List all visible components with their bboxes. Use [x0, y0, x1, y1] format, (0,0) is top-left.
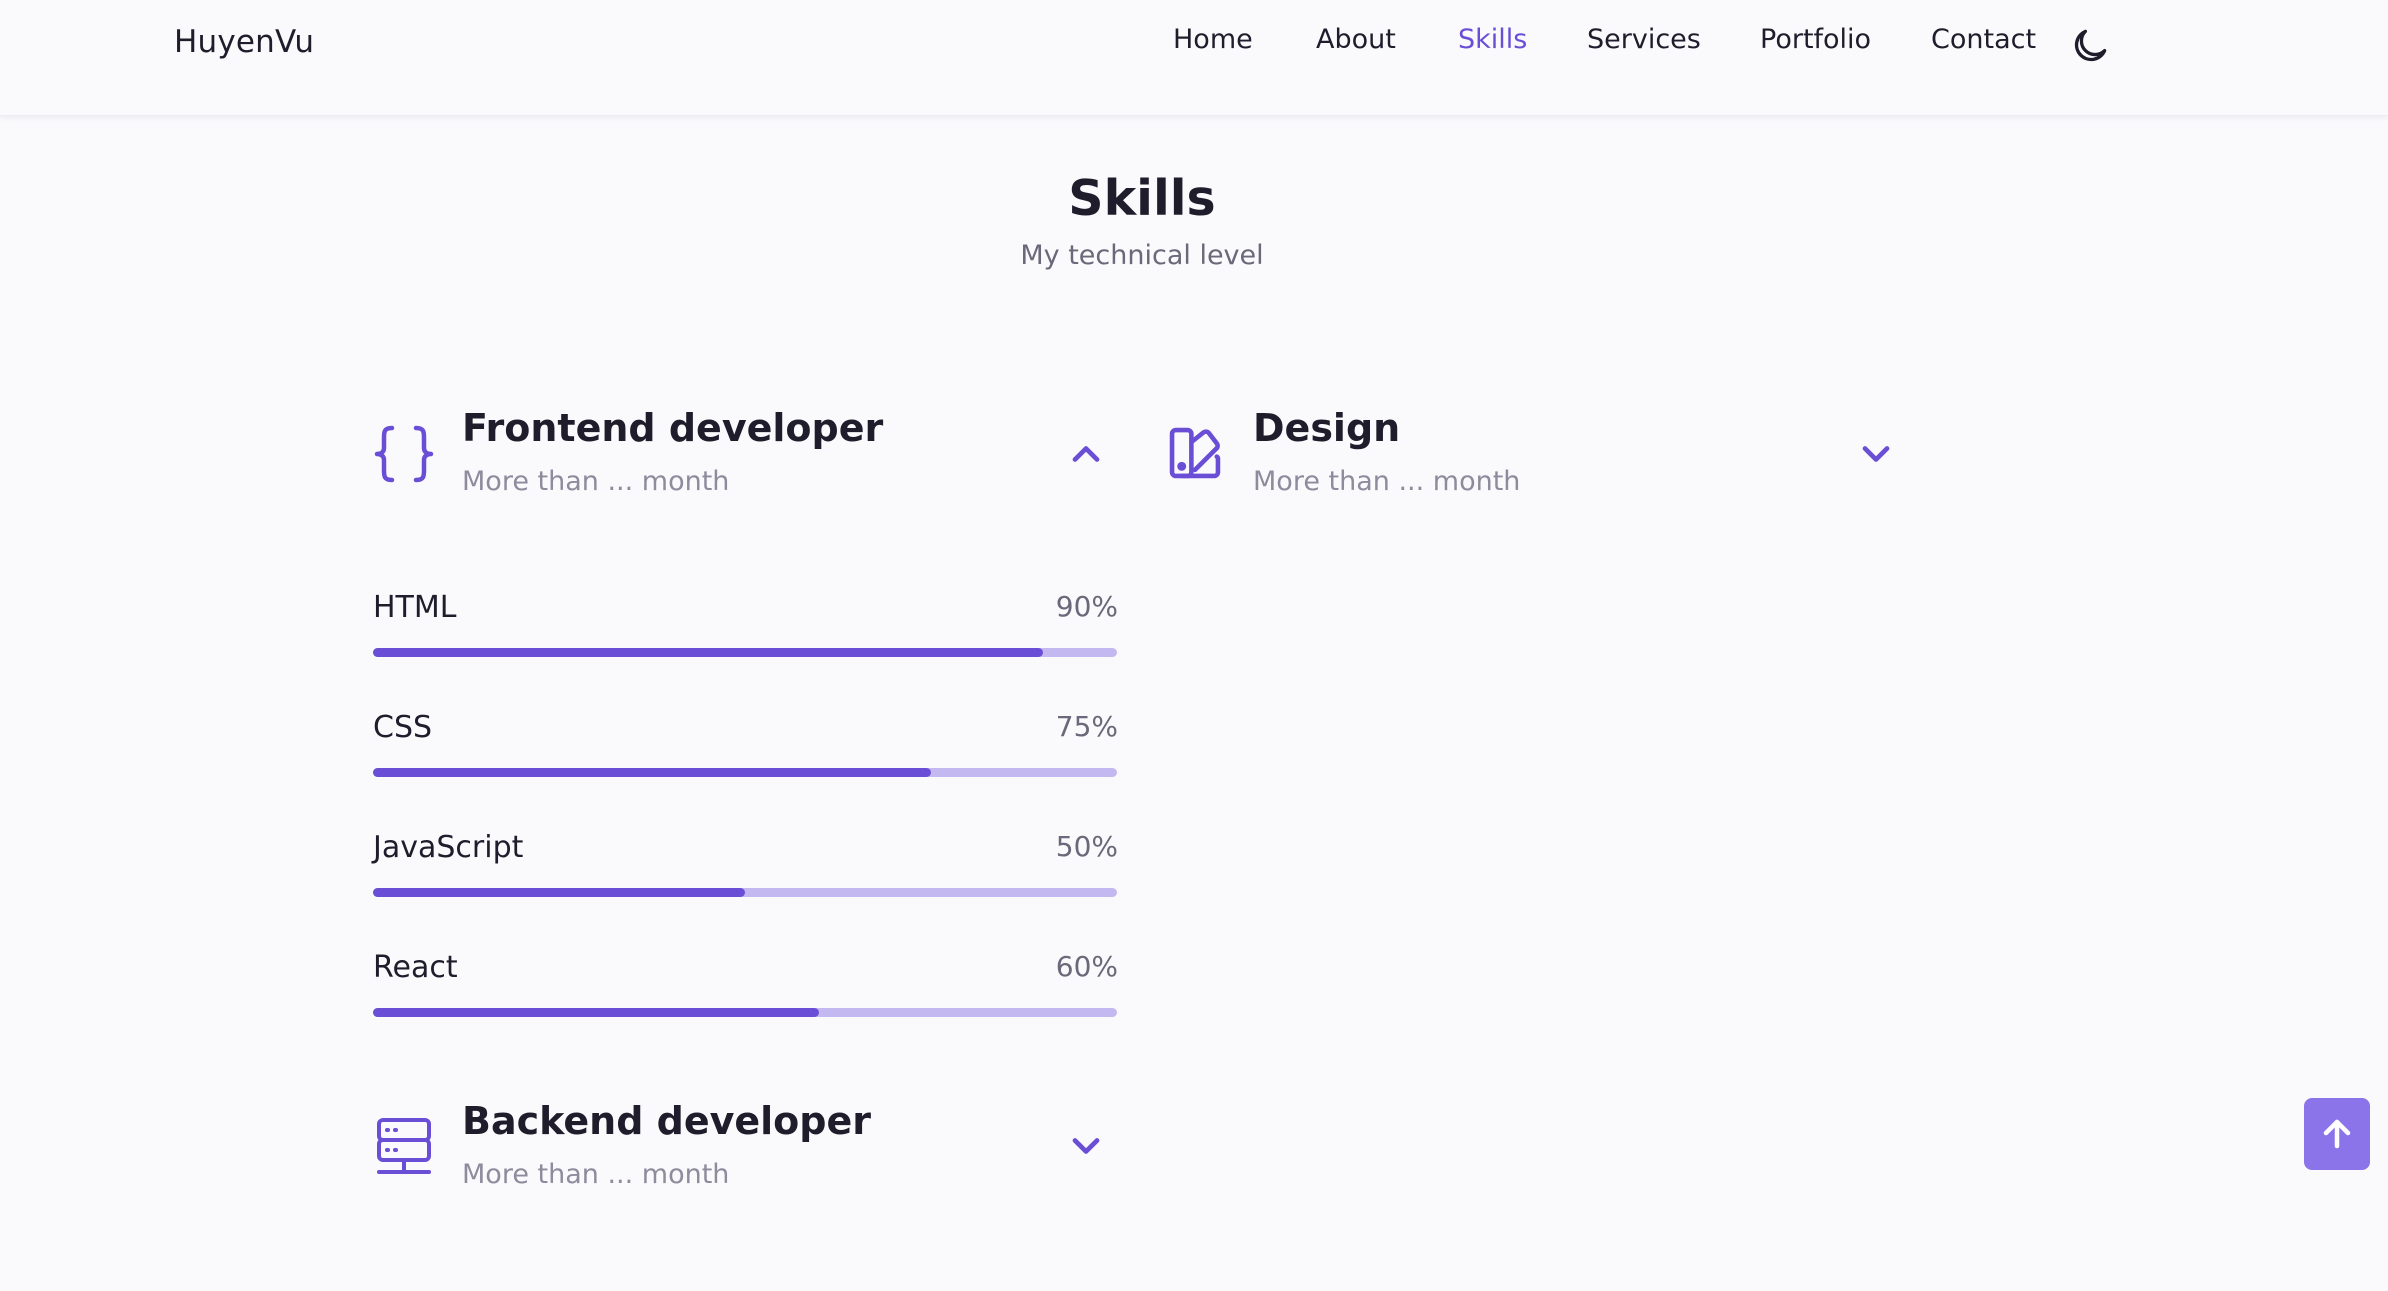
group-title: Backend developer: [462, 1099, 872, 1143]
skill-percent: 50%: [1055, 830, 1118, 863]
main-nav: Home About Skills Services Portfolio Con…: [0, 24, 2388, 68]
nav-home[interactable]: Home: [1173, 24, 1253, 55]
chevron-down-icon[interactable]: [1854, 432, 1898, 476]
chevron-down-icon[interactable]: [1064, 1124, 1108, 1168]
skill-percent: 90%: [1055, 590, 1118, 623]
chevron-up-icon[interactable]: [1064, 432, 1108, 476]
skill-bar-track: [373, 888, 1117, 897]
moon-icon[interactable]: [2068, 24, 2112, 68]
server-icon: [374, 1116, 434, 1178]
skill-name: React: [373, 950, 458, 985]
group-title: Design: [1253, 406, 1401, 450]
nav-contact[interactable]: Contact: [1931, 24, 2036, 55]
skill-percent: 75%: [1055, 710, 1118, 743]
skill-bar-track: [373, 1008, 1117, 1017]
nav-services[interactable]: Services: [1587, 24, 1701, 55]
site-header: HuyenVu Home About Skills Services Portf…: [0, 0, 2388, 116]
skill-name: HTML: [373, 590, 457, 625]
group-subtitle: More than ... month: [1253, 466, 1521, 497]
skill-percent: 60%: [1055, 950, 1118, 983]
skill-bar-track: [373, 768, 1117, 777]
braces-icon: [372, 424, 436, 484]
group-subtitle: More than ... month: [462, 1159, 730, 1190]
nav-about[interactable]: About: [1316, 24, 1396, 55]
skill-bar-track: [373, 648, 1117, 657]
section-title: Skills: [1068, 170, 1216, 227]
arrow-up-icon: [2323, 1119, 2351, 1149]
group-title: Frontend developer: [462, 406, 884, 450]
skill-bar-fill: [373, 888, 745, 897]
scroll-up-button[interactable]: [2304, 1098, 2370, 1170]
swatchbook-icon: [1166, 424, 1224, 482]
skill-name: CSS: [373, 710, 433, 745]
skill-name: JavaScript: [373, 830, 524, 865]
nav-portfolio[interactable]: Portfolio: [1760, 24, 1871, 55]
group-subtitle: More than ... month: [462, 466, 730, 497]
nav-skills[interactable]: Skills: [1458, 24, 1527, 55]
skill-bar-fill: [373, 768, 931, 777]
skill-bar-fill: [373, 1008, 820, 1017]
section-subtitle: My technical level: [1020, 240, 1264, 271]
skill-bar-fill: [373, 648, 1043, 657]
